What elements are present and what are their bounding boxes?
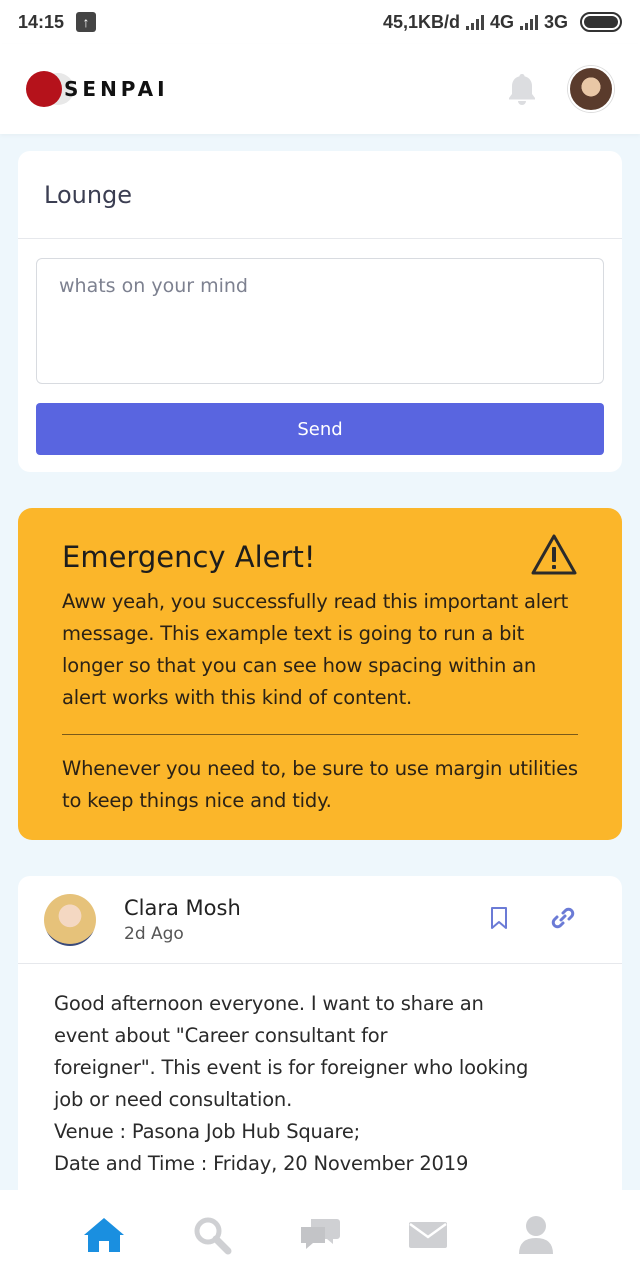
post-header: Clara Mosh 2d Ago <box>18 876 622 964</box>
chat-icon <box>301 1219 340 1249</box>
post-line: event about "Career consultant for <box>54 1024 388 1047</box>
emergency-alert: Emergency Alert! Aww yeah, you successfu… <box>18 508 622 840</box>
network-type-2: 3G <box>543 11 568 32</box>
post-line: Good afternoon everyone. I want to share… <box>54 992 484 1015</box>
signal-icon <box>465 14 484 30</box>
home-icon <box>84 1218 124 1252</box>
nav-search[interactable] <box>187 1210 237 1260</box>
nav-profile[interactable] <box>511 1210 561 1260</box>
post-time: 2d Ago <box>124 923 184 944</box>
user-avatar[interactable] <box>568 66 614 112</box>
post-line: Venue : Pasona Job Hub Square; <box>54 1120 361 1143</box>
logo-mark <box>26 71 62 107</box>
app-header: SENPAI <box>0 44 640 134</box>
bookmark-icon[interactable] <box>488 905 510 935</box>
post-input[interactable] <box>36 258 604 384</box>
upload-icon: ↑ <box>76 12 97 32</box>
bell-icon[interactable] <box>506 72 538 106</box>
nav-home[interactable] <box>79 1210 129 1260</box>
status-bar: 14:15 ↑ 45,1KB/d 4G 3G <box>0 0 640 44</box>
post-body: Good afternoon everyone. I want to share… <box>18 964 622 1204</box>
bottom-nav <box>0 1190 640 1280</box>
logo-text: SENPAI <box>64 77 169 101</box>
alert-note: Whenever you need to, be sure to use mar… <box>62 757 578 812</box>
network-type-1: 4G <box>489 11 514 32</box>
link-icon[interactable] <box>550 905 576 935</box>
lounge-title: Lounge <box>18 151 622 239</box>
network-speed: 45,1KB/d <box>382 11 460 32</box>
author-avatar[interactable] <box>44 893 96 946</box>
user-icon <box>519 1216 553 1254</box>
post-line: Date and Time : Friday, 20 November 2019 <box>54 1152 469 1175</box>
post-line: job or need consultation. <box>54 1088 293 1111</box>
status-time: 14:15 <box>18 11 65 32</box>
warning-icon <box>530 533 578 581</box>
nav-chat[interactable] <box>295 1210 345 1260</box>
signal-icon <box>519 14 538 30</box>
nav-mail[interactable] <box>403 1210 453 1260</box>
mail-icon <box>409 1222 447 1248</box>
search-icon <box>194 1217 232 1255</box>
lounge-card: Lounge Send <box>18 151 622 472</box>
post-line: foreigner". This event is for foreigner … <box>54 1056 529 1079</box>
logo[interactable]: SENPAI <box>26 71 169 107</box>
send-button[interactable]: Send <box>36 403 604 455</box>
battery-icon <box>580 12 622 32</box>
alert-title: Emergency Alert! <box>62 540 316 574</box>
author-name[interactable]: Clara Mosh <box>124 896 241 920</box>
alert-text: Aww yeah, you successfully read this imp… <box>62 590 569 709</box>
alert-divider <box>62 734 578 735</box>
